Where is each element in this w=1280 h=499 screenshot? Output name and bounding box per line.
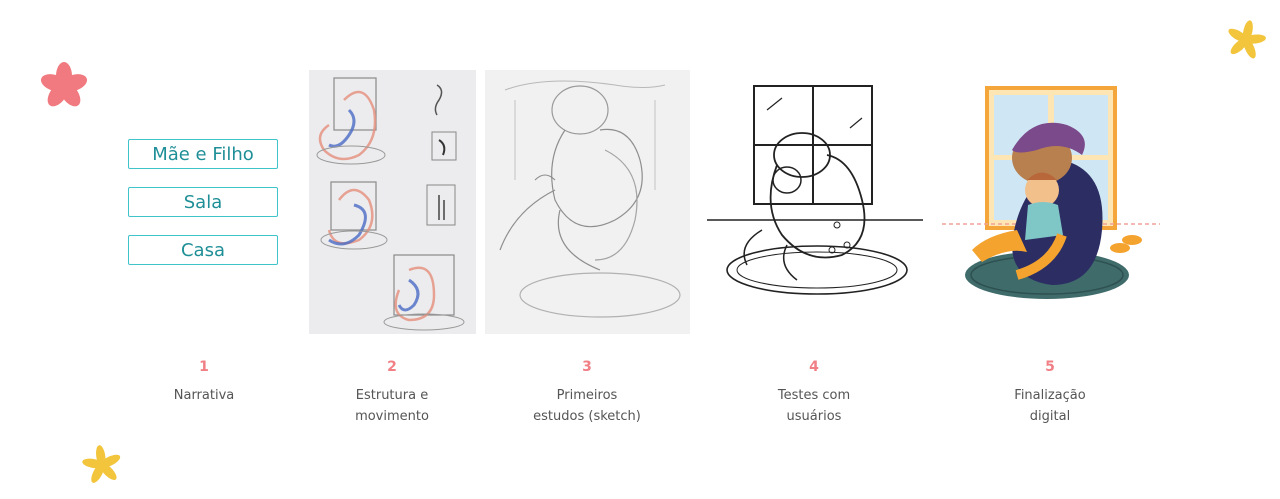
step-number-4: 4 bbox=[809, 359, 819, 375]
step-label-4: Testes com usuários bbox=[777, 388, 851, 424]
tag-mae-e-filho: Mãe e Filho bbox=[128, 139, 278, 169]
tag-sala: Sala bbox=[128, 187, 278, 217]
tag-casa: Casa bbox=[128, 235, 278, 265]
line-art-image bbox=[707, 70, 923, 334]
step-number-1: 1 bbox=[199, 359, 209, 375]
yellow-star-decoration-bottom bbox=[82, 445, 121, 483]
pencil-sketch-image bbox=[485, 70, 690, 334]
digital-illustration-image bbox=[942, 80, 1160, 310]
yellow-star-decoration bbox=[1228, 20, 1266, 59]
structure-sketch-image bbox=[309, 70, 476, 334]
step-label-3: Primeiros estudos (sketch) bbox=[533, 388, 641, 424]
step-number-2: 2 bbox=[387, 359, 397, 375]
pink-flower-decoration bbox=[40, 62, 88, 107]
step-label-5: Finalização digital bbox=[1014, 388, 1086, 424]
step-label-2: Estrutura e movimento bbox=[355, 388, 429, 424]
step-number-3: 3 bbox=[582, 359, 592, 375]
step-number-5: 5 bbox=[1045, 359, 1055, 375]
step-label-1: Narrativa bbox=[173, 388, 235, 403]
